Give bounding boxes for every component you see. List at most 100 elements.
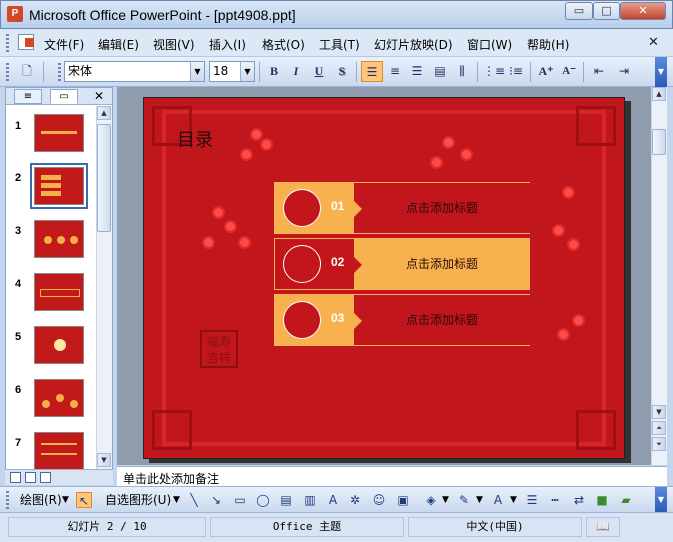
menu-edit[interactable]: 编辑(E) [98, 36, 139, 53]
font-name-select[interactable]: 宋体 ▼ [64, 61, 205, 82]
scroll-up-icon[interactable]: ▲ [652, 87, 666, 101]
menu-slideshow[interactable]: 幻灯片放映(D) [374, 36, 453, 53]
notes-placeholder[interactable]: 单击此处添加备注 [123, 470, 219, 487]
toc-title[interactable]: 点击添加标题 [354, 239, 530, 289]
select-pointer-icon[interactable]: ↖ [76, 492, 92, 508]
toolbar-grip-2[interactable] [58, 63, 61, 81]
next-slide-icon[interactable]: ⏷ [652, 437, 666, 451]
slide-sorter-view-icon[interactable] [25, 472, 36, 483]
rectangle-icon[interactable]: ▭ [232, 492, 248, 508]
document-icon[interactable] [18, 34, 34, 50]
clipart-icon[interactable]: ☺ [371, 492, 387, 508]
chevron-down-icon[interactable]: ▼ [442, 491, 449, 509]
theme-status[interactable]: Office 主题 [210, 517, 404, 537]
font-size-select[interactable]: 18 ▼ [209, 61, 255, 82]
slide-thumbnail-6[interactable] [34, 379, 84, 417]
chevron-down-icon[interactable]: ▼ [240, 62, 254, 81]
toc-row-3[interactable]: 03 点击添加标题 [274, 294, 530, 346]
menu-format[interactable]: 格式(O) [262, 36, 305, 53]
bullet-list-button[interactable]: ⁝≡ [506, 61, 526, 82]
previous-slide-icon[interactable]: ⏶ [652, 421, 666, 435]
font-color-icon[interactable]: A [490, 492, 506, 508]
slides-pane-scrollbar[interactable]: ▲ ▼ [96, 106, 112, 469]
columns-button[interactable]: ⫼ [452, 61, 472, 82]
toolbar-options-icon[interactable]: ▼ [655, 487, 667, 513]
pane-close-icon[interactable]: ✕ [94, 89, 104, 103]
document-close-icon[interactable]: ✕ [648, 35, 659, 50]
toc-title[interactable]: 点击添加标题 [354, 295, 530, 345]
slide-thumbnail-2[interactable] [30, 163, 88, 209]
menu-view[interactable]: 视图(V) [153, 36, 195, 53]
shadow-button[interactable]: S [332, 61, 352, 82]
align-right-button[interactable]: ☰ [407, 61, 427, 82]
chevron-down-icon[interactable]: ▼ [190, 62, 204, 81]
slideshow-view-icon[interactable] [40, 472, 51, 483]
language-status[interactable]: 中文(中国) [408, 517, 582, 537]
scrollbar-thumb[interactable] [652, 129, 666, 155]
toolbar-options-icon[interactable]: ▼ [655, 57, 667, 87]
justify-button[interactable]: ▤ [430, 61, 450, 82]
align-center-button[interactable]: ≡ [385, 61, 405, 82]
menu-tools[interactable]: 工具(T) [319, 36, 360, 53]
slide-thumbnail-4[interactable] [34, 273, 84, 311]
textbox-icon[interactable]: ▤ [278, 492, 294, 508]
close-button[interactable]: ✕ [620, 2, 666, 20]
line-icon[interactable]: ╲ [186, 492, 202, 508]
menubar-grip[interactable] [6, 34, 9, 52]
chevron-down-icon[interactable]: ▼ [476, 491, 483, 509]
powerpoint-app-icon[interactable]: P [7, 6, 23, 22]
slide-thumbnail-7[interactable] [34, 432, 84, 470]
slide-canvas[interactable]: 目录 福寿吉祥 01 点击添加标题 02 点击添加标题 03 点击添加标题 [143, 97, 625, 459]
slide-thumbnail-5[interactable] [34, 326, 84, 364]
dash-style-icon[interactable]: ┅ [547, 492, 563, 508]
align-left-button[interactable]: ☰ [361, 61, 383, 82]
chevron-down-icon[interactable]: ▼ [62, 491, 69, 509]
notes-pane[interactable]: 单击此处添加备注 [117, 466, 667, 486]
new-document-icon[interactable]: 🗋 [16, 61, 38, 82]
line-color-icon[interactable]: ✎ [456, 492, 472, 508]
toc-row-1[interactable]: 01 点击添加标题 [274, 182, 530, 234]
shrink-font-button[interactable]: A⁻ [559, 61, 579, 82]
toolbar-grip[interactable] [6, 63, 9, 81]
line-style-icon[interactable]: ☰ [524, 492, 540, 508]
wordart-icon[interactable]: A [325, 492, 341, 508]
slide-title[interactable]: 目录 [177, 126, 213, 152]
italic-button[interactable]: I [286, 61, 306, 82]
scrollbar-thumb[interactable] [97, 124, 111, 232]
chevron-down-icon[interactable]: ▼ [173, 491, 180, 509]
decrease-indent-button[interactable]: ⇤ [589, 61, 609, 82]
picture-icon[interactable]: ▣ [395, 492, 411, 508]
menu-help[interactable]: 帮助(H) [527, 36, 569, 53]
menu-insert[interactable]: 插入(I) [209, 36, 246, 53]
arrow-icon[interactable]: ↘ [208, 492, 224, 508]
slide-thumbnail-1[interactable] [34, 114, 84, 152]
autoshapes-menu-button[interactable]: 自选图形(U) [105, 491, 171, 509]
menu-window[interactable]: 窗口(W) [467, 36, 512, 53]
drawbar-grip[interactable] [6, 491, 9, 509]
scroll-down-icon[interactable]: ▼ [97, 453, 111, 467]
draw-menu-button[interactable]: 绘图(R) [20, 491, 62, 509]
arrow-style-icon[interactable]: ⇄ [571, 492, 587, 508]
menu-file[interactable]: 文件(F) [44, 36, 84, 53]
oval-icon[interactable]: ◯ [255, 492, 271, 508]
minimize-button[interactable]: ▭ [565, 2, 593, 20]
numbered-list-button[interactable]: ⋮≡ [483, 61, 505, 82]
maximize-button[interactable]: □ [593, 2, 620, 20]
tab-outline[interactable]: ≡ [14, 89, 42, 104]
increase-indent-button[interactable]: ⇥ [614, 61, 634, 82]
tab-slides[interactable]: ▭ [50, 89, 78, 104]
toc-row-2[interactable]: 02 点击添加标题 [274, 238, 530, 290]
bold-button[interactable]: B [264, 61, 284, 82]
fill-color-icon[interactable]: ◈ [423, 492, 439, 508]
slide-scrollbar[interactable]: ▲ ▼ ⏶ ⏷ [651, 87, 667, 465]
vertical-textbox-icon[interactable]: ▥ [302, 492, 318, 508]
shadow-style-icon[interactable]: ■ [594, 492, 610, 508]
diagram-icon[interactable]: ✲ [347, 492, 363, 508]
3d-style-icon[interactable]: ▰ [618, 492, 634, 508]
underline-button[interactable]: U [309, 61, 329, 82]
normal-view-icon[interactable] [10, 472, 21, 483]
scroll-down-icon[interactable]: ▼ [652, 405, 666, 419]
slide-thumbnail-3[interactable] [34, 220, 84, 258]
grow-font-button[interactable]: A⁺ [535, 61, 557, 82]
toc-title[interactable]: 点击添加标题 [354, 183, 530, 233]
